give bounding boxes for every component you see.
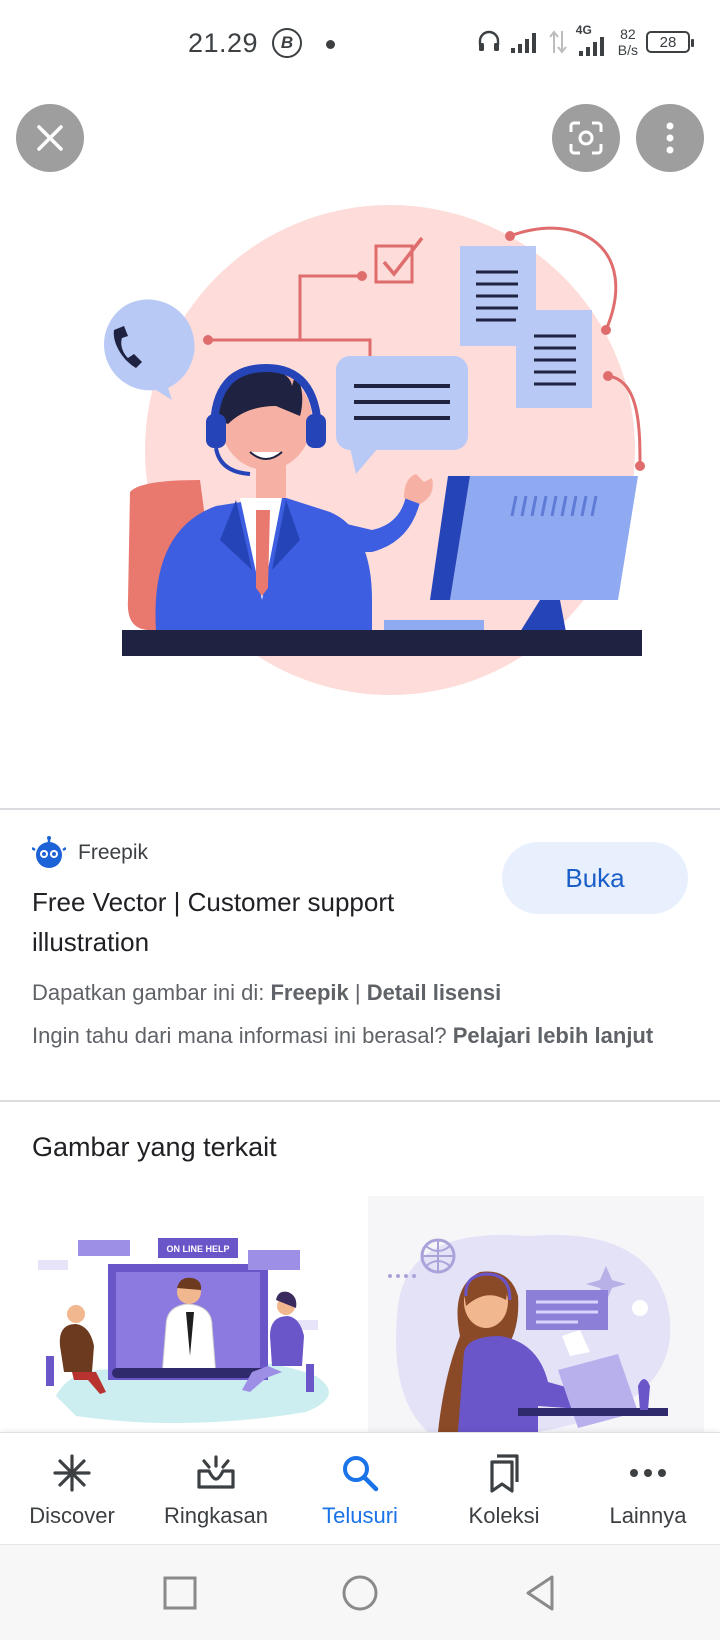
net-speed: 82 B/s — [618, 26, 638, 58]
more-horiz-icon — [628, 1451, 668, 1495]
related-image-2[interactable] — [368, 1196, 704, 1432]
signal-4g: 4G — [576, 23, 610, 57]
battery-level: 28 — [659, 33, 677, 51]
search-icon — [340, 1451, 380, 1495]
online-help-illustration: ON LINE HELP — [38, 1238, 329, 1424]
nav-item-telusuri[interactable]: Telusuri — [288, 1433, 432, 1544]
call-center-woman-illustration — [388, 1234, 671, 1432]
license-prefix: Dapatkan gambar ini di: — [32, 980, 271, 1005]
status-bar: 21.29 B 4G 82 B/s 28 — [0, 0, 720, 90]
home-icon[interactable] — [340, 1573, 380, 1613]
nav-label-discover: Discover — [29, 1503, 115, 1528]
recent-apps-icon[interactable] — [160, 1573, 200, 1613]
headset-icon — [478, 30, 499, 51]
info-line: Ingin tahu dari mana informasi ini beras… — [32, 1020, 692, 1052]
asterisk-icon — [52, 1451, 92, 1495]
back-icon[interactable] — [520, 1573, 560, 1613]
related-images-title: Gambar yang terkait — [32, 1132, 277, 1162]
related-image-1[interactable]: ON LINE HELP — [16, 1196, 352, 1432]
nav-item-ringkasan[interactable]: Ringkasan — [144, 1433, 288, 1544]
battery-icon: 28 — [646, 31, 694, 53]
freepik-logo-icon — [32, 836, 66, 868]
bottom-nav: Discover Ringkasan Telusuri Koleksi Lain… — [0, 1432, 720, 1544]
thumb1-banner-text: ON LINE HELP — [166, 1244, 229, 1254]
nav-item-koleksi[interactable]: Koleksi — [432, 1433, 576, 1544]
license-line: Dapatkan gambar ini di: Freepik | Detail… — [32, 980, 501, 1006]
system-nav-bar — [0, 1544, 720, 1640]
close-button[interactable] — [16, 104, 84, 172]
source-row[interactable]: Freepik — [32, 836, 148, 870]
main-image[interactable] — [0, 180, 720, 808]
signal-4g-icon — [578, 37, 604, 56]
nav-label-ringkasan: Ringkasan — [164, 1503, 268, 1528]
image-title[interactable]: Free Vector | Customer support illustrat… — [32, 882, 472, 962]
status-time: 21.29 — [188, 28, 259, 58]
status-icons: 4G 82 B/s 28 — [476, 22, 694, 62]
customer-support-illustration — [104, 205, 645, 695]
b-icon: B — [272, 28, 302, 58]
learn-more-link[interactable]: Pelajari lebih lanjut — [453, 1023, 654, 1048]
net-speed-unit: B/s — [617, 42, 638, 58]
license-separator: | — [348, 980, 367, 1005]
more-options-button[interactable] — [636, 104, 704, 172]
source-name: Freepik — [78, 841, 149, 864]
nav-label-koleksi: Koleksi — [468, 1503, 540, 1528]
more-vert-icon — [666, 122, 674, 154]
nav-item-lainnya[interactable]: Lainnya — [576, 1433, 720, 1544]
nav-label-telusuri: Telusuri — [322, 1503, 398, 1528]
bookmarks-icon — [486, 1451, 522, 1495]
divider — [0, 1100, 720, 1102]
open-button[interactable]: Buka — [502, 842, 688, 914]
inbox-icon — [195, 1451, 237, 1495]
lens-icon — [569, 121, 603, 155]
license-source-link[interactable]: Freepik — [270, 980, 348, 1005]
info-prefix: Ingin tahu dari mana informasi ini beras… — [32, 1023, 453, 1048]
divider — [0, 808, 720, 810]
license-detail-link[interactable]: Detail lisensi — [367, 980, 502, 1005]
data-arrows-icon — [548, 30, 567, 54]
nav-label-lainnya: Lainnya — [609, 1503, 687, 1528]
notification-dot-icon — [326, 40, 335, 49]
signal-icon — [510, 33, 536, 53]
close-icon — [37, 125, 63, 151]
net-speed-value: 82 — [620, 26, 636, 42]
nav-item-discover[interactable]: Discover — [0, 1433, 144, 1544]
lens-button[interactable] — [552, 104, 620, 172]
